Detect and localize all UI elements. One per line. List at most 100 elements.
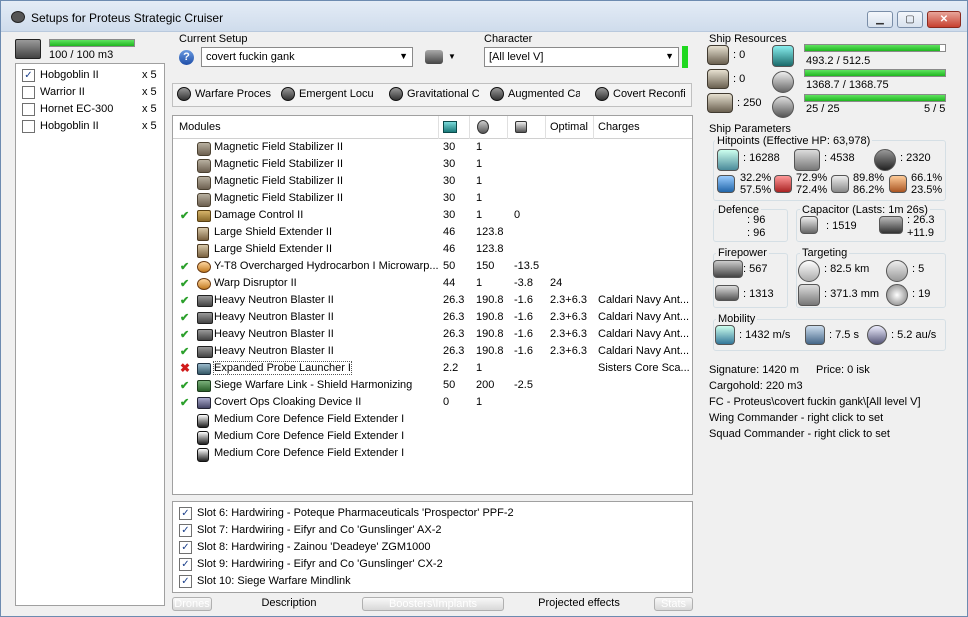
drone-checkbox[interactable] <box>22 103 35 116</box>
rig-icon <box>197 414 209 428</box>
active-check-icon[interactable]: ✔ <box>180 209 189 222</box>
module-row[interactable]: Large Shield Extender II 46 123.8 <box>172 225 691 242</box>
ship-menu-icon[interactable] <box>425 50 443 64</box>
module-row[interactable]: ✖ Expanded Probe Launcher I 2.2 1 Sisters Co… <box>172 361 691 378</box>
module-row[interactable]: Magnetic Field Stabilizer II 30 1 <box>172 140 691 157</box>
module-cpu: 0 <box>443 396 450 408</box>
module-cpu: 50 <box>443 379 456 391</box>
active-check-icon[interactable]: ✔ <box>180 379 189 392</box>
tab-boosters-implants[interactable]: Boosters\Implants <box>362 597 504 611</box>
explosive-resist-icon <box>889 175 907 193</box>
module-row[interactable]: ✔ Heavy Neutron Blaster II 26.3 190.8 -1.6 2.… <box>172 293 691 310</box>
module-name: Large Shield Extender II <box>214 243 333 255</box>
module-row[interactable]: Magnetic Field Stabilizer II 30 1 <box>172 157 691 174</box>
module-powergrid: 123.8 <box>476 243 504 255</box>
module-powergrid: 200 <box>476 379 495 391</box>
implant-checkbox[interactable]: ✓ <box>179 524 192 537</box>
warp-speed-icon <box>867 325 887 345</box>
mag-stab-icon <box>197 159 211 173</box>
module-row[interactable]: ✔ Heavy Neutron Blaster II 26.3 190.8 -1.6 2.… <box>172 344 691 361</box>
active-check-icon[interactable]: ✔ <box>180 396 189 409</box>
cpu-icon[interactable] <box>443 121 457 133</box>
module-capacitor: -1.6 <box>514 294 533 306</box>
module-row[interactable]: Medium Core Defence Field Extender I <box>172 429 691 446</box>
module-name: Medium Core Defence Field Extender I <box>214 413 405 425</box>
subsystem-tab[interactable]: Warfare Proces <box>175 85 275 105</box>
offline-x-icon[interactable]: ✖ <box>180 361 190 375</box>
subsystem-tab[interactable]: Gravitational C <box>387 85 479 105</box>
module-row[interactable]: Magnetic Field Stabilizer II 30 1 <box>172 191 691 208</box>
setup-select[interactable]: covert fuckin gank ▼ <box>201 47 413 67</box>
module-row[interactable]: ✔ Siege Warfare Link - Shield Harmonizing… <box>172 378 691 395</box>
active-check-icon[interactable]: ✔ <box>180 294 189 307</box>
drone-row[interactable]: Warrior II x 5 <box>18 85 162 101</box>
subsystem-tab[interactable]: Augmented Ca <box>488 85 580 105</box>
drone-checkbox[interactable]: ✓ <box>22 69 35 82</box>
capacitor-icon[interactable] <box>515 121 527 133</box>
tab-description[interactable]: Description <box>216 597 362 611</box>
implant-checkbox[interactable]: ✓ <box>179 575 192 588</box>
implant-checkbox[interactable]: ✓ <box>179 558 192 571</box>
module-row[interactable]: Large Shield Extender II 46 123.8 <box>172 242 691 259</box>
implant-checkbox[interactable]: ✓ <box>179 507 192 520</box>
active-check-icon[interactable]: ✔ <box>180 345 189 358</box>
module-row[interactable]: ✔ Warp Disruptor II 44 1 -3.8 24 <box>172 276 691 293</box>
drone-checkbox[interactable] <box>22 86 35 99</box>
module-row[interactable]: ✔ Covert Ops Cloaking Device II 0 1 <box>172 395 691 412</box>
tab-drones[interactable]: Drones <box>172 597 212 611</box>
module-row[interactable]: ✔ Heavy Neutron Blaster II 26.3 190.8 -1.6 2.… <box>172 310 691 327</box>
explosive-resist-shield: 66.1% <box>911 172 943 184</box>
column-modules[interactable]: Modules <box>179 121 221 133</box>
implant-row[interactable]: ✓ Slot 8: Hardwiring - Zainou 'Deadeye' Z… <box>175 540 685 556</box>
drone-list[interactable]: ✓ Hobgoblin II x 5 Warrior II x 5 Hornet EC-3… <box>15 63 165 606</box>
mag-stab-icon <box>197 193 211 207</box>
drone-row[interactable]: Hobgoblin II x 5 <box>18 119 162 135</box>
active-check-icon[interactable]: ✔ <box>180 311 189 324</box>
velocity-value: : 1432 m/s <box>739 329 791 341</box>
warp-disruptor-icon <box>197 278 211 290</box>
targeting-range-icon <box>798 260 820 282</box>
implant-label: Slot 6: Hardwiring - Poteque Pharmaceuti… <box>197 507 514 519</box>
tab-stats[interactable]: Stats <box>654 597 693 611</box>
drone-row[interactable]: Hornet EC-300 x 5 <box>18 102 162 118</box>
module-row[interactable]: ✔ Y-T8 Overcharged Hydrocarbon I Microwar… <box>172 259 691 276</box>
module-name: Heavy Neutron Blaster II <box>214 311 334 323</box>
active-check-icon[interactable]: ✔ <box>180 277 189 290</box>
implant-row[interactable]: ✓ Slot 6: Hardwiring - Poteque Pharmaceut… <box>175 506 685 522</box>
ship-parameters-title: Ship Parameters <box>709 123 791 135</box>
active-check-icon[interactable]: ✔ <box>180 260 189 273</box>
module-capacitor: -1.6 <box>514 328 533 340</box>
subsystem-tab[interactable]: Covert Reconfi <box>593 85 689 105</box>
module-row[interactable]: Medium Core Defence Field Extender I <box>172 446 691 463</box>
ship-menu-arrow-icon[interactable]: ▼ <box>448 52 456 61</box>
active-check-icon[interactable]: ✔ <box>180 328 189 341</box>
squad-commander[interactable]: Squad Commander - right click to set <box>709 428 890 440</box>
subsystem-tab[interactable]: Emergent Locu <box>279 85 379 105</box>
drone-row[interactable]: ✓ Hobgoblin II x 5 <box>18 68 162 84</box>
column-optimal[interactable]: Optimal <box>550 121 588 133</box>
close-button[interactable]: ✕ <box>927 11 961 28</box>
implant-row[interactable]: ✓ Slot 9: Hardwiring - Eifyr and Co 'Guns… <box>175 557 685 573</box>
column-divider <box>545 116 546 139</box>
drone-checkbox[interactable] <box>22 120 35 133</box>
mag-stab-icon <box>197 142 211 156</box>
price: Price: 0 isk <box>816 364 870 376</box>
column-charges[interactable]: Charges <box>598 121 640 133</box>
module-row[interactable]: Medium Core Defence Field Extender I <box>172 412 691 429</box>
implant-row[interactable]: ✓ Slot 7: Hardwiring - Eifyr and Co 'Guns… <box>175 523 685 539</box>
module-row[interactable]: ✔ Heavy Neutron Blaster II 26.3 190.8 -1.6 2.… <box>172 327 691 344</box>
tab-projected-effects[interactable]: Projected effects <box>506 597 652 611</box>
fleet-commander[interactable]: FC - Proteus\covert fuckin gank\[All lev… <box>709 396 921 408</box>
maximize-button[interactable]: ▢ <box>897 11 923 28</box>
powergrid-icon[interactable] <box>477 120 489 134</box>
wing-commander[interactable]: Wing Commander - right click to set <box>709 412 883 424</box>
character-select[interactable]: [All level V] ▼ <box>484 47 679 67</box>
module-name: Heavy Neutron Blaster II <box>214 328 334 340</box>
minimize-button[interactable]: ▁ <box>867 11 893 28</box>
title-bar[interactable]: Setups for Proteus Strategic Cruiser ▁ ▢… <box>1 1 967 32</box>
module-row[interactable]: ✔ Damage Control II 30 1 0 <box>172 208 691 225</box>
implant-checkbox[interactable]: ✓ <box>179 541 192 554</box>
module-row[interactable]: Magnetic Field Stabilizer II 30 1 <box>172 174 691 191</box>
help-icon[interactable]: ? <box>179 50 194 65</box>
implant-row[interactable]: ✓ Slot 10: Siege Warfare Mindlink <box>175 574 685 590</box>
